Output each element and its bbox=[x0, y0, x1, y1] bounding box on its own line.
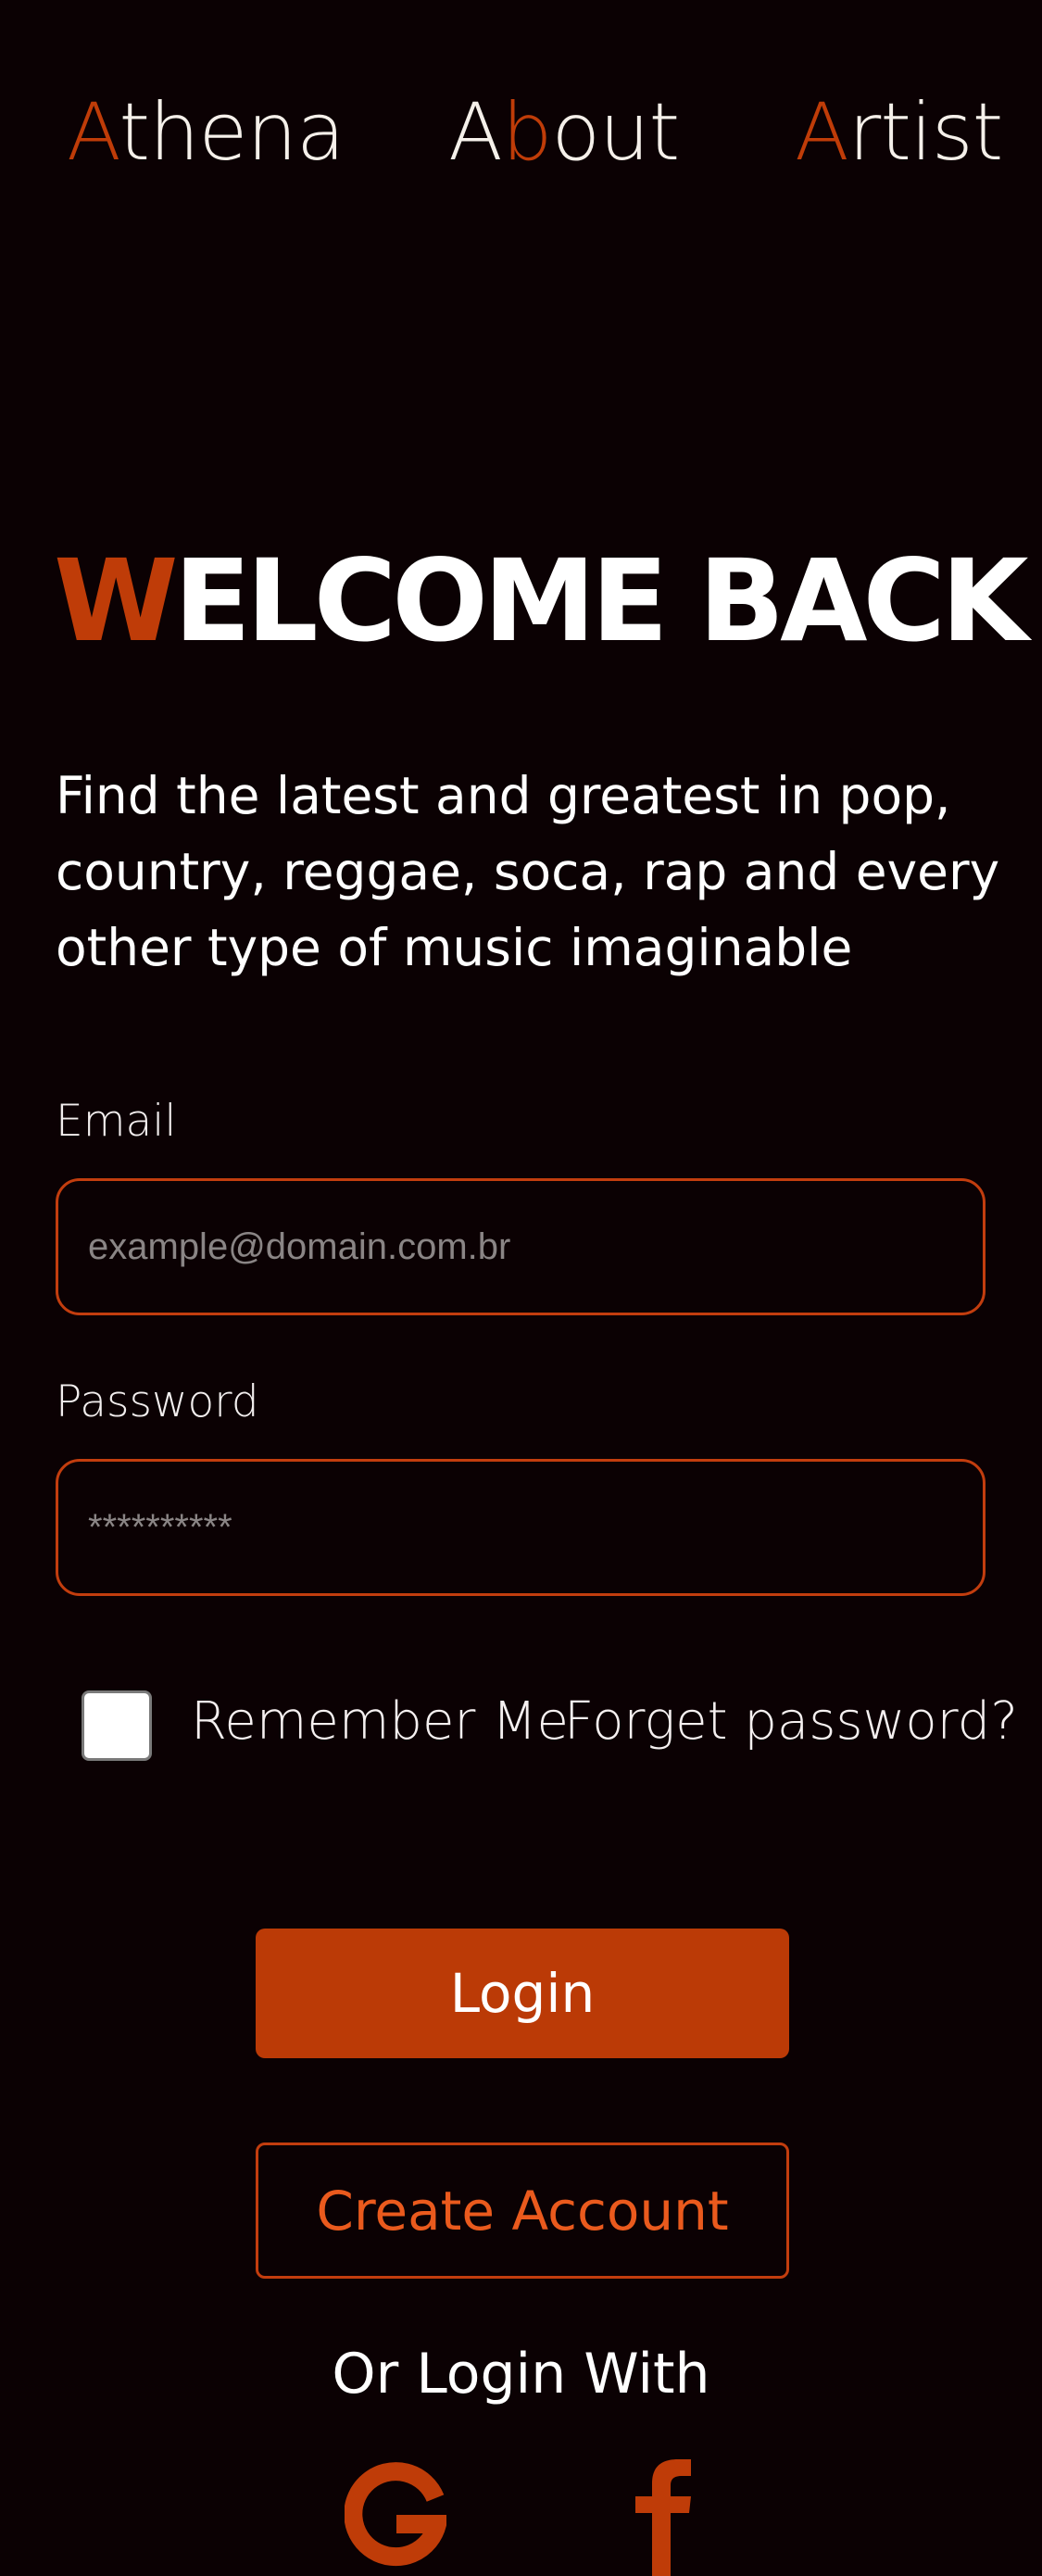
nav-artist[interactable]: Artist bbox=[795, 93, 1003, 172]
nav-artist-initial: A bbox=[795, 86, 849, 179]
nav-artist-rest: rtist bbox=[847, 86, 1003, 179]
nav-athena-rest: thena bbox=[119, 86, 345, 179]
create-account-button[interactable]: Create Account bbox=[256, 2142, 789, 2279]
page-title-rest: ELCOME BACK bbox=[173, 535, 1029, 667]
nav-about-rest: out bbox=[551, 86, 680, 179]
remember-me-checkbox[interactable] bbox=[82, 1690, 152, 1761]
or-login-with-label: Or Login With bbox=[332, 2342, 710, 2406]
email-field[interactable] bbox=[56, 1178, 986, 1315]
page-title-initial: W bbox=[54, 535, 179, 667]
tagline: Find the latest and greatest in pop, cou… bbox=[56, 766, 1000, 977]
nav-about-initial: A bbox=[448, 86, 503, 179]
nav-athena[interactable]: Athena bbox=[67, 93, 345, 172]
top-nav: Athena About Artist bbox=[0, 0, 1042, 278]
remember-me-label: Remember Me bbox=[191, 1691, 569, 1752]
password-field[interactable] bbox=[56, 1459, 986, 1596]
password-label: Password bbox=[56, 1376, 259, 1427]
forget-password-link[interactable]: Forget password? bbox=[564, 1691, 1018, 1752]
nav-about-accent: b bbox=[501, 86, 553, 179]
facebook-icon[interactable] bbox=[632, 2459, 698, 2576]
page-title: WELCOME BACK bbox=[54, 545, 1029, 658]
google-icon[interactable] bbox=[345, 2459, 446, 2576]
login-button[interactable]: Login bbox=[256, 1929, 789, 2058]
email-label: Email bbox=[56, 1096, 177, 1147]
nav-about[interactable]: About bbox=[448, 93, 680, 172]
nav-athena-initial: A bbox=[67, 86, 119, 179]
